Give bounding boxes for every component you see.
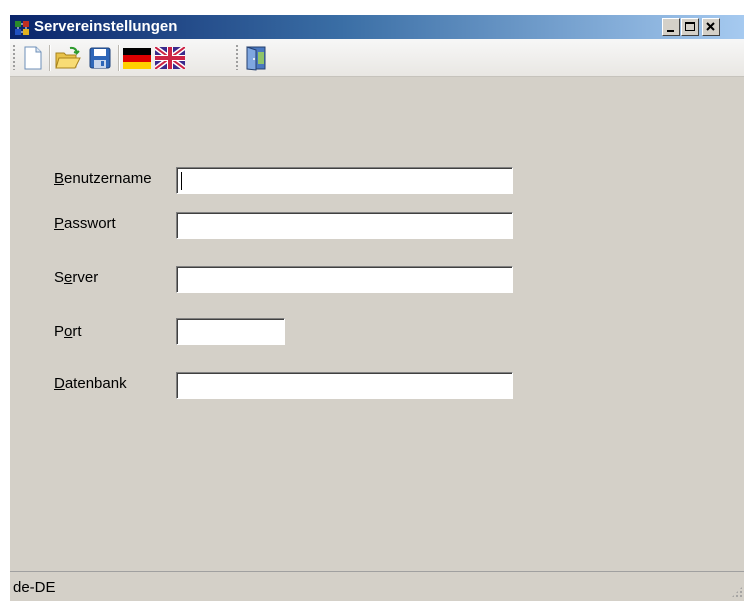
open-button[interactable] bbox=[53, 43, 83, 73]
maximize-icon bbox=[685, 22, 695, 31]
open-folder-icon bbox=[55, 46, 81, 69]
maximize-button[interactable] bbox=[681, 18, 699, 36]
status-bar: de-DE bbox=[10, 571, 744, 601]
resize-grip[interactable] bbox=[731, 586, 743, 598]
window-title: Servereinstellungen bbox=[34, 18, 178, 35]
password-label: Passwort bbox=[54, 215, 116, 232]
port-label: Port bbox=[54, 323, 82, 340]
password-input[interactable] bbox=[176, 212, 513, 239]
toolbar-grip[interactable] bbox=[13, 44, 15, 70]
port-input[interactable] bbox=[176, 318, 285, 345]
database-label: Datenbank bbox=[54, 375, 127, 392]
toolbar-grip[interactable] bbox=[236, 44, 238, 70]
username-input[interactable] bbox=[176, 167, 513, 194]
server-input[interactable] bbox=[176, 266, 513, 293]
save-button[interactable] bbox=[85, 43, 115, 73]
toolbar-separator bbox=[118, 45, 119, 71]
status-locale: de-DE bbox=[13, 579, 56, 596]
close-icon bbox=[706, 22, 715, 31]
language-german-button[interactable] bbox=[122, 43, 152, 73]
exit-button[interactable] bbox=[242, 43, 272, 73]
save-disk-icon bbox=[89, 47, 111, 69]
server-label: Server bbox=[54, 269, 99, 286]
title-bar[interactable]: Servereinstellungen bbox=[10, 15, 744, 39]
database-input[interactable] bbox=[176, 372, 513, 399]
new-document-icon bbox=[24, 46, 42, 70]
server-settings-app-icon bbox=[15, 21, 29, 35]
toolbar-separator bbox=[49, 45, 50, 71]
toolbar bbox=[10, 39, 744, 77]
uk-flag-icon bbox=[155, 47, 185, 69]
minimize-button[interactable] bbox=[662, 18, 680, 36]
language-english-button[interactable] bbox=[155, 43, 185, 73]
german-flag-icon bbox=[123, 48, 151, 69]
close-button[interactable] bbox=[702, 18, 720, 36]
new-button[interactable] bbox=[18, 43, 48, 73]
settings-window: Servereinstellungen Benutzername Passwor… bbox=[9, 15, 744, 601]
text-caret bbox=[181, 172, 182, 190]
exit-door-icon bbox=[246, 46, 266, 71]
minimize-icon bbox=[667, 30, 674, 32]
username-label: Benutzername bbox=[54, 170, 152, 187]
